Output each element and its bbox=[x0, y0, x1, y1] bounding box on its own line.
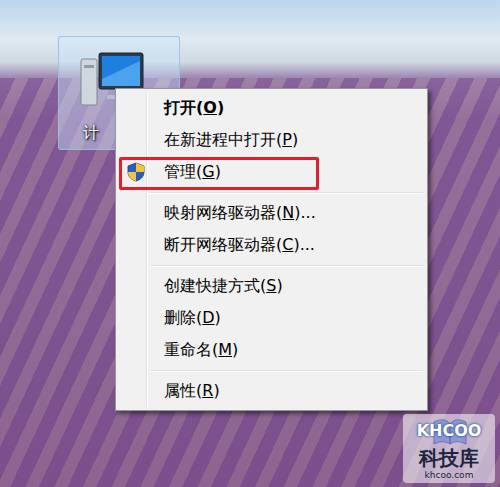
menu-item-label[interactable]: 重命名(M) bbox=[164, 340, 238, 359]
access-key[interactable]: M bbox=[218, 340, 232, 359]
label-part[interactable]: ) bbox=[276, 276, 282, 295]
label-part[interactable]: ) bbox=[215, 162, 221, 181]
label-part[interactable]: ) bbox=[215, 308, 221, 327]
label-part[interactable]: 在新进程中打开( bbox=[164, 130, 282, 149]
access-key[interactable]: S bbox=[266, 276, 276, 295]
menu-item-label[interactable]: 创建快捷方式(S) bbox=[164, 276, 283, 295]
menu-item[interactable]: 属性(R) bbox=[118, 375, 425, 407]
watermark-name: 科技库 bbox=[406, 446, 492, 470]
label-part[interactable]: ) bbox=[292, 130, 298, 149]
menu-item-label[interactable]: 属性(R) bbox=[164, 381, 220, 400]
label-part[interactable]: ) bbox=[232, 340, 238, 359]
access-key[interactable]: D bbox=[202, 308, 214, 327]
label-part[interactable]: ) bbox=[217, 98, 224, 117]
label-part[interactable]: 创建快捷方式( bbox=[164, 276, 266, 295]
menu-gutter bbox=[146, 92, 148, 407]
label-part[interactable]: 打开( bbox=[164, 98, 203, 117]
access-key[interactable]: G bbox=[202, 162, 214, 181]
menu-item[interactable]: 管理(G) bbox=[118, 156, 425, 188]
menu-item[interactable]: 映射网络驱动器(N)... bbox=[118, 197, 425, 229]
watermark: KHCOO科技库khcoo.com bbox=[403, 414, 495, 483]
menu-separator bbox=[118, 261, 425, 270]
menu-separator bbox=[118, 188, 425, 197]
menu-item-label[interactable]: 在新进程中打开(P) bbox=[164, 130, 298, 149]
watermark-logo: KHCOO bbox=[406, 416, 492, 446]
menu-item[interactable]: 打开(O) bbox=[118, 92, 425, 124]
label-part[interactable]: 删除( bbox=[164, 308, 202, 327]
label-part[interactable]: 断开网络驱动器( bbox=[164, 235, 282, 254]
access-key[interactable]: R bbox=[202, 381, 213, 400]
menu-item[interactable]: 重命名(M) bbox=[118, 334, 425, 366]
access-key[interactable]: C bbox=[282, 235, 293, 254]
menu-item[interactable]: 断开网络驱动器(C)... bbox=[118, 229, 425, 261]
menu-item-label[interactable]: 映射网络驱动器(N)... bbox=[164, 203, 316, 222]
label-part[interactable]: 管理( bbox=[164, 162, 202, 181]
access-key[interactable]: P bbox=[282, 130, 292, 149]
watermark-site: khcoo.com bbox=[406, 470, 492, 481]
watermark-brand: KHCOO bbox=[406, 416, 492, 446]
menu-item[interactable]: 创建快捷方式(S) bbox=[118, 270, 425, 302]
label-part[interactable]: )... bbox=[294, 203, 316, 222]
label-part[interactable]: 属性( bbox=[164, 381, 202, 400]
label-part[interactable]: ) bbox=[213, 381, 219, 400]
menu-item-label[interactable]: 管理(G) bbox=[164, 162, 221, 181]
menu-item-label[interactable]: 断开网络驱动器(C)... bbox=[164, 235, 315, 254]
access-key[interactable]: N bbox=[282, 203, 294, 222]
annotation-box bbox=[119, 157, 319, 190]
menu-item-label[interactable]: 打开(O) bbox=[164, 98, 224, 117]
menu-item[interactable]: 在新进程中打开(P) bbox=[118, 124, 425, 156]
menu-item[interactable]: 删除(D) bbox=[118, 302, 425, 334]
desktop: 计打开(O)在新进程中打开(P)管理(G)映射网络驱动器(N)...断开网络驱动… bbox=[0, 0, 500, 487]
computer-label[interactable]: 计 bbox=[83, 123, 99, 143]
label-part[interactable]: 重命名( bbox=[164, 340, 218, 359]
menu-separator bbox=[118, 366, 425, 375]
uac-shield-icon bbox=[127, 162, 145, 182]
access-key[interactable]: O bbox=[203, 98, 217, 117]
label-part[interactable]: 映射网络驱动器( bbox=[164, 203, 282, 222]
label-part[interactable]: )... bbox=[293, 235, 315, 254]
context-menu: 打开(O)在新进程中打开(P)管理(G)映射网络驱动器(N)...断开网络驱动器… bbox=[115, 88, 428, 411]
menu-item-label[interactable]: 删除(D) bbox=[164, 308, 221, 327]
